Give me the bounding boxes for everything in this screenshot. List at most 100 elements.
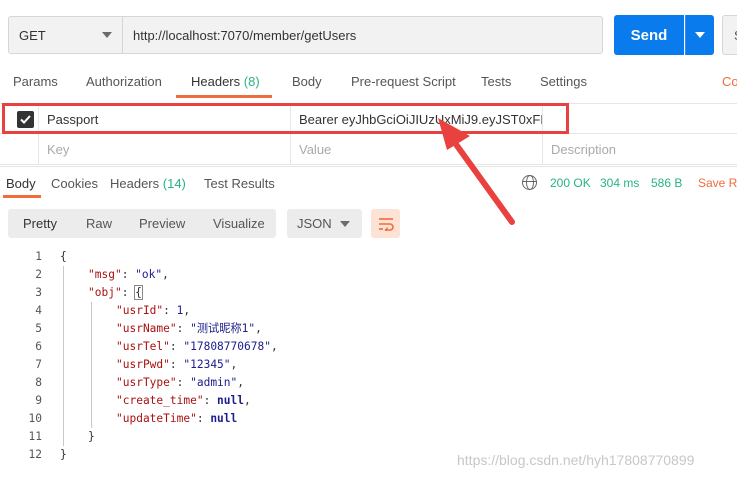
tab-response-headers[interactable]: Headers (14) <box>110 176 186 191</box>
code-line: 3 "obj": { <box>0 284 737 302</box>
code-text: "usrId": 1, <box>116 304 191 317</box>
json-key: "usrType" <box>116 376 177 389</box>
code-text: "msg": "ok", <box>88 268 169 281</box>
send-options-button[interactable] <box>685 15 714 55</box>
json-value: "12345" <box>183 358 231 371</box>
code-line: 8 "usrType": "admin", <box>0 374 737 392</box>
tab-response-body[interactable]: Body <box>6 176 36 191</box>
line-number: 11 <box>28 430 42 443</box>
view-visualize-button[interactable]: Visualize <box>213 216 265 231</box>
code-line: 9 "create_time": null, <box>0 392 737 410</box>
line-number: 5 <box>35 322 42 335</box>
header-key-input[interactable]: Key <box>38 134 290 164</box>
response-time: 304 ms <box>600 176 640 190</box>
save-button[interactable]: S <box>722 15 737 55</box>
active-response-tab-underline <box>3 195 41 198</box>
tab-params[interactable]: Params <box>13 74 58 89</box>
json-value: "测试昵称1" <box>190 322 256 335</box>
tab-headers-count: (8) <box>243 74 260 89</box>
view-raw-button[interactable]: Raw <box>86 216 112 231</box>
method-select[interactable]: GET <box>8 16 123 54</box>
code-line: 7 "usrPwd": "12345", <box>0 356 737 374</box>
wrap-lines-button[interactable] <box>371 209 400 238</box>
code-text: "usrType": "admin", <box>116 376 245 389</box>
watermark: https://blog.csdn.net/hyh17808770899 <box>457 452 695 468</box>
header-value-input[interactable]: Value <box>290 134 542 164</box>
code-text: { <box>60 250 67 263</box>
code-text: "usrName": "测试昵称1", <box>116 322 262 335</box>
request-tabs: Params Authorization Headers (8) Body Pr… <box>0 70 737 98</box>
code-text: "usrPwd": "12345", <box>116 358 238 371</box>
tab-response-headers-label: Headers <box>110 176 160 191</box>
line-number: 3 <box>35 286 42 299</box>
code-line: 4 "usrId": 1, <box>0 302 737 320</box>
method-value: GET <box>19 27 46 43</box>
header-description-cell[interactable] <box>542 104 737 134</box>
tab-response-headers-count: (14) <box>162 176 186 191</box>
url-input[interactable]: http://localhost:7070/member/getUsers <box>123 16 603 54</box>
chevron-down-icon <box>340 221 350 227</box>
code-line: 11} <box>0 428 737 446</box>
format-value: JSON <box>297 216 332 231</box>
json-value: "admin" <box>190 376 238 389</box>
cookies-link[interactable]: Co <box>722 74 737 89</box>
line-number: 2 <box>35 268 42 281</box>
code-line: 1{ <box>0 248 737 266</box>
tab-response-cookies[interactable]: Cookies <box>51 176 98 191</box>
code-text: "obj": { <box>88 285 143 300</box>
json-value: null <box>217 394 244 407</box>
send-button[interactable]: Send <box>614 15 684 55</box>
view-pretty-button[interactable]: Pretty <box>23 216 57 231</box>
view-mode-group: Pretty Raw Preview Visualize <box>8 209 276 238</box>
json-key: "updateTime" <box>116 412 197 425</box>
indent-guide <box>91 302 92 428</box>
code-text: } <box>88 430 95 443</box>
wrap-lines-icon <box>378 217 394 231</box>
tab-body[interactable]: Body <box>292 74 322 89</box>
json-key: "usrTel" <box>116 340 170 353</box>
json-value: 1 <box>176 304 184 317</box>
chevron-down-icon <box>695 32 705 38</box>
save-response-button[interactable]: Save R <box>698 176 737 190</box>
tab-headers[interactable]: Headers (8) <box>191 74 260 89</box>
code-line: 6 "usrTel": "17808770678", <box>0 338 737 356</box>
json-key: "obj" <box>88 286 122 299</box>
globe-icon[interactable] <box>522 175 537 190</box>
code-text: "create_time": null, <box>116 394 251 407</box>
tab-authorization[interactable]: Authorization <box>86 74 162 89</box>
chevron-down-icon <box>102 32 112 38</box>
line-number: 1 <box>35 250 42 263</box>
view-preview-button[interactable]: Preview <box>139 216 185 231</box>
response-size: 586 B <box>651 176 683 190</box>
active-tab-underline <box>176 95 272 98</box>
json-key: "usrName" <box>116 322 177 335</box>
format-select[interactable]: JSON <box>287 209 362 238</box>
line-number: 10 <box>28 412 42 425</box>
status-code: 200 OK <box>550 176 591 190</box>
annotation-highlight-box <box>2 103 569 134</box>
json-key: "create_time" <box>116 394 204 407</box>
header-description-input[interactable]: Description <box>542 134 737 164</box>
json-key: "msg" <box>88 268 122 281</box>
code-text: } <box>60 448 67 461</box>
response-tabs: Body Cookies Headers (14) Test Results 2… <box>0 166 737 198</box>
code-line: 10 "updateTime": null <box>0 410 737 428</box>
code-text: "usrTel": "17808770678", <box>116 340 278 353</box>
json-value: null <box>210 412 238 425</box>
header-row-empty: Key Value Description <box>0 134 737 165</box>
line-number: 8 <box>35 376 42 389</box>
json-value: { <box>134 285 143 300</box>
tab-test-results[interactable]: Test Results <box>204 176 275 191</box>
tab-settings[interactable]: Settings <box>540 74 587 89</box>
tab-headers-label: Headers <box>191 74 241 89</box>
code-line: 2 "msg": "ok", <box>0 266 737 284</box>
json-key: "usrId" <box>116 304 164 317</box>
indent-guide <box>63 266 64 446</box>
code-text: "updateTime": null <box>116 412 238 425</box>
json-key: "usrPwd" <box>116 358 170 371</box>
line-number: 9 <box>35 394 42 407</box>
tab-tests[interactable]: Tests <box>481 74 511 89</box>
tab-prerequest-script[interactable]: Pre-request Script <box>351 74 456 89</box>
line-number: 12 <box>28 448 42 461</box>
json-value: "17808770678" <box>183 340 271 353</box>
